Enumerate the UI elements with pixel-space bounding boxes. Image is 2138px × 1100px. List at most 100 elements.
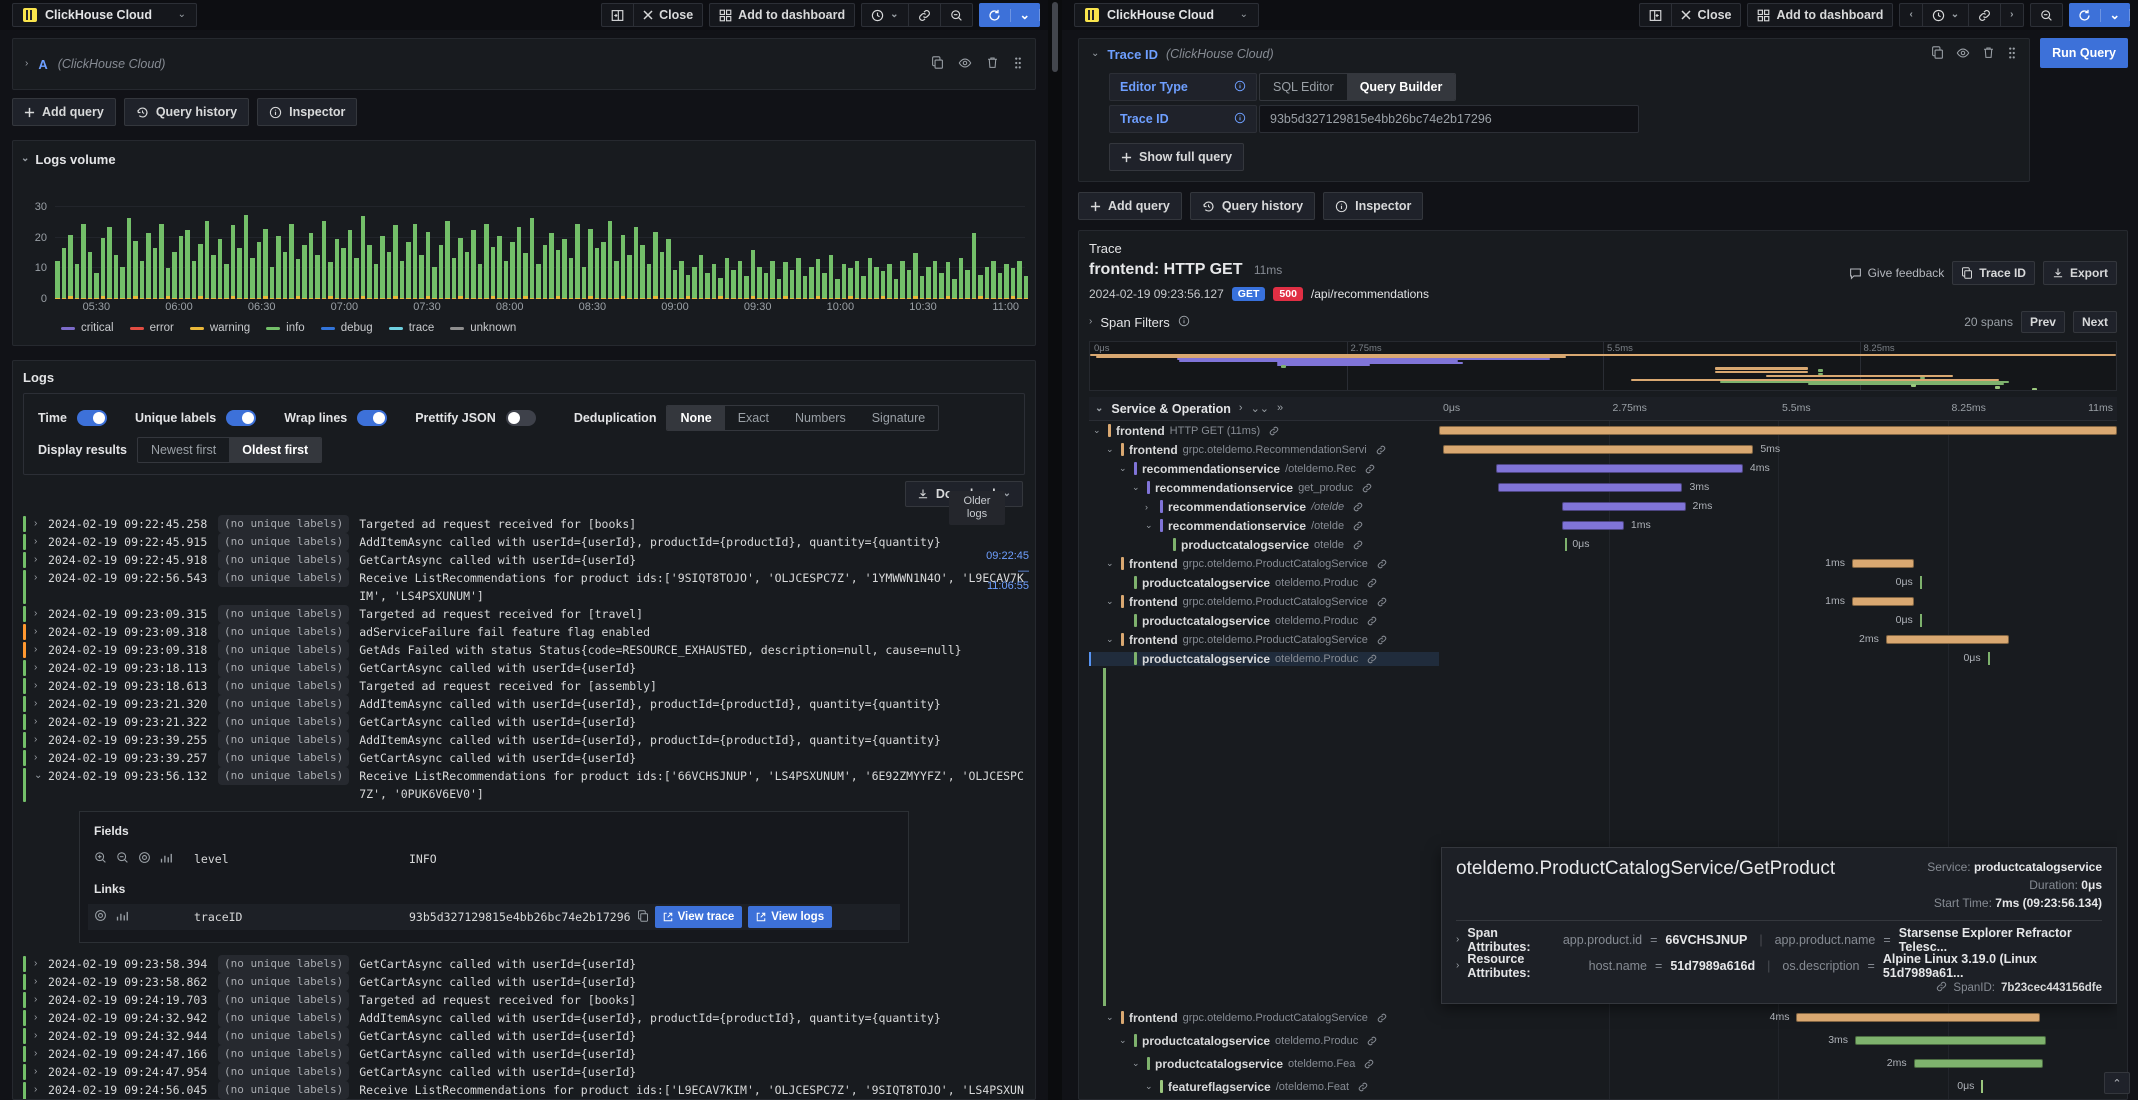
legend-item-debug[interactable]: debug	[320, 322, 373, 334]
editor-option-sql-editor[interactable]: SQL Editor	[1260, 74, 1347, 100]
stats-icon[interactable]	[160, 852, 172, 867]
filter-out-value-icon[interactable]	[116, 851, 129, 867]
time-shift-forward-icon[interactable]: ›	[2001, 4, 2022, 26]
expand-all-icon[interactable]: »	[1277, 402, 1283, 415]
span-name[interactable]: productcatalogservice oteldemo.Produc	[1089, 576, 1439, 590]
span-toggle-icon[interactable]: ⌄	[1106, 444, 1116, 455]
span-name[interactable]: ⌄ featureflagservice/oteldemo.Feat	[1089, 1080, 1439, 1094]
toggle-visibility-icon[interactable]	[138, 851, 151, 867]
log-expand-icon[interactable]: ›	[34, 605, 48, 623]
span-timeline[interactable]: 1ms	[1439, 554, 2117, 573]
log-expand-icon[interactable]: ›	[34, 991, 48, 1009]
span-row[interactable]: ⌄ frontend grpc.oteldemo.RecommendationSer…	[1089, 440, 2117, 459]
span-row[interactable]: ⌄ recommendationservice get_produc 3ms	[1089, 478, 2117, 497]
log-row[interactable]: › 2024-02-19 09:23:18.613 (no unique label…	[23, 677, 1025, 695]
span-name[interactable]: productcatalogservice otelde	[1089, 538, 1439, 552]
toggle-visibility-icon[interactable]	[94, 909, 107, 925]
span-toggle-icon[interactable]: ⌄	[1145, 520, 1155, 531]
span-toggle-icon[interactable]: ⌄	[1106, 596, 1116, 607]
close-split-button[interactable]: Close	[634, 4, 702, 26]
filter-for-value-icon[interactable]	[94, 851, 107, 867]
disable-query-icon[interactable]	[958, 56, 972, 73]
log-row[interactable]: › 2024-02-19 09:22:45.258 (no unique label…	[23, 515, 1025, 533]
log-row[interactable]: › 2024-02-19 09:24:19.703 (no unique label…	[23, 991, 1025, 1009]
span-name[interactable]: ⌄ frontend grpc.oteldemo.ProductCatalogSer…	[1089, 633, 1439, 647]
log-expand-icon[interactable]: ›	[34, 641, 48, 659]
left-datasource-picker[interactable]: ClickHouse Cloud ⌄	[12, 3, 197, 27]
split-pane-button[interactable]	[1640, 4, 1673, 26]
next-span-button[interactable]: Next	[2072, 311, 2117, 333]
span-row[interactable]: productcatalogservice otelde 0μs	[1089, 535, 2117, 554]
add-query-button[interactable]: Add query	[12, 98, 116, 126]
span-row[interactable]: ⌄ recommendationservice/otelde 1ms	[1089, 516, 2117, 535]
span-timeline[interactable]: 1ms	[1439, 516, 2117, 535]
log-row[interactable]: › 2024-02-19 09:24:47.166 (no unique label…	[23, 1045, 1025, 1063]
log-row[interactable]: › 2024-02-19 09:23:39.257 (no unique label…	[23, 749, 1025, 767]
log-row[interactable]: › 2024-02-19 09:23:21.320 (no unique label…	[23, 695, 1025, 713]
log-expand-icon[interactable]: ›	[34, 659, 48, 677]
log-row[interactable]: › 2024-02-19 09:24:47.954 (no unique label…	[23, 1063, 1025, 1081]
span-toggle-icon[interactable]: ⌄	[1106, 634, 1116, 645]
span-timeline[interactable]: 0μs	[1439, 649, 2117, 668]
log-row[interactable]: › 2024-02-19 09:23:09.318 (no unique label…	[23, 641, 1025, 659]
add-to-dashboard-button[interactable]: Add to dashboard	[1748, 4, 1892, 26]
inspector-button[interactable]: Inspector	[257, 98, 358, 126]
span-timeline[interactable]: 2ms	[1439, 497, 2117, 516]
log-expand-icon[interactable]: ›	[34, 713, 48, 731]
expand-one-icon[interactable]: ›	[1239, 402, 1243, 415]
time-toggle[interactable]	[76, 410, 107, 426]
share-link-icon[interactable]	[1969, 4, 2002, 26]
order-option-newest-first[interactable]: Newest first	[138, 438, 229, 462]
log-expand-icon[interactable]: ›	[34, 551, 48, 569]
span-row[interactable]: ⌄ frontend grpc.oteldemo.ProductCatalogSer…	[1089, 592, 2117, 611]
chevron-down-icon[interactable]: ⌄	[1095, 403, 1103, 414]
log-expand-icon[interactable]: ›	[34, 973, 48, 991]
log-expand-icon[interactable]: ›	[34, 695, 48, 713]
log-row[interactable]: › 2024-02-19 09:24:32.944 (no unique label…	[23, 1027, 1025, 1045]
span-row[interactable]: ⌄ frontend grpc.oteldemo.ProductCatalogSer…	[1089, 1006, 2117, 1029]
span-timeline[interactable]: 1ms	[1439, 592, 2117, 611]
span-row[interactable]: ⌄ productcatalogservice oteldemo.Fea 2ms	[1089, 1052, 2117, 1075]
log-expand-icon[interactable]: ›	[34, 1045, 48, 1063]
span-timeline[interactable]: 3ms	[1439, 1029, 2117, 1052]
span-toggle-icon[interactable]: ⌄	[1119, 1035, 1129, 1046]
zoom-out-icon[interactable]	[941, 4, 972, 26]
chevron-right-icon[interactable]: ›	[25, 59, 28, 69]
span-row[interactable]: ⌄ frontend HTTP GET (11ms)	[1089, 421, 2117, 440]
span-name[interactable]: ⌄ frontend grpc.oteldemo.RecommendationSer…	[1089, 443, 1439, 457]
order-option-oldest-first[interactable]: Oldest first	[229, 438, 322, 462]
export-button[interactable]: Export	[2042, 261, 2117, 285]
dedup-option-signature[interactable]: Signature	[859, 406, 939, 430]
span-row[interactable]: featureflagservicefeatureflag0μs	[1089, 1098, 2117, 1099]
view-trace-button[interactable]: View trace	[654, 906, 743, 928]
refresh-button[interactable]: ⌄	[978, 3, 1040, 27]
span-name[interactable]: productcatalogservice oteldemo.Produc	[1089, 614, 1439, 628]
span-toggle-icon[interactable]: ⌄	[1106, 558, 1116, 569]
span-row[interactable]: ⌄ recommendationservice/oteldemo.Rec 4ms	[1089, 459, 2117, 478]
log-row[interactable]: › 2024-02-19 09:23:39.255 (no unique label…	[23, 731, 1025, 749]
log-expand-icon[interactable]: ›	[34, 1081, 48, 1099]
span-toggle-icon[interactable]: ⌄	[1093, 425, 1103, 436]
refresh-icon[interactable]	[979, 8, 1011, 22]
log-expand-icon[interactable]: ›	[34, 1063, 48, 1081]
log-row[interactable]: › 2024-02-19 09:24:32.942 (no unique label…	[23, 1009, 1025, 1027]
log-row[interactable]: › 2024-02-19 09:22:45.918 (no unique label…	[23, 551, 1025, 569]
trace-id-button[interactable]: Trace ID	[1952, 261, 2035, 285]
legend-item-info[interactable]: info	[266, 322, 305, 334]
disable-query-icon[interactable]	[1956, 46, 1970, 63]
span-row[interactable]: productcatalogservice oteldemo.Produc 0μs	[1089, 649, 2117, 668]
unique-labels-toggle[interactable]	[226, 410, 257, 426]
show-full-query-button[interactable]: Show full query	[1109, 143, 1245, 171]
span-timeline[interactable]: 0μs	[1439, 573, 2117, 592]
log-expand-icon[interactable]: ›	[34, 515, 48, 533]
split-pane-button[interactable]	[602, 4, 635, 26]
log-expand-icon[interactable]: ›	[34, 1027, 48, 1045]
close-split-button[interactable]: Close	[1672, 4, 1740, 26]
span-timeline[interactable]: 2ms	[1439, 630, 2117, 649]
span-timeline[interactable]: 0μs	[1439, 611, 2117, 630]
log-row[interactable]: › 2024-02-19 09:23:21.322 (no unique label…	[23, 713, 1025, 731]
span-timeline[interactable]	[1439, 421, 2117, 440]
span-row[interactable]: ⌄ frontend grpc.oteldemo.ProductCatalogSer…	[1089, 554, 2117, 573]
run-query-button[interactable]: Run Query	[2040, 38, 2128, 68]
log-row[interactable]: › 2024-02-19 09:23:18.113 (no unique label…	[23, 659, 1025, 677]
